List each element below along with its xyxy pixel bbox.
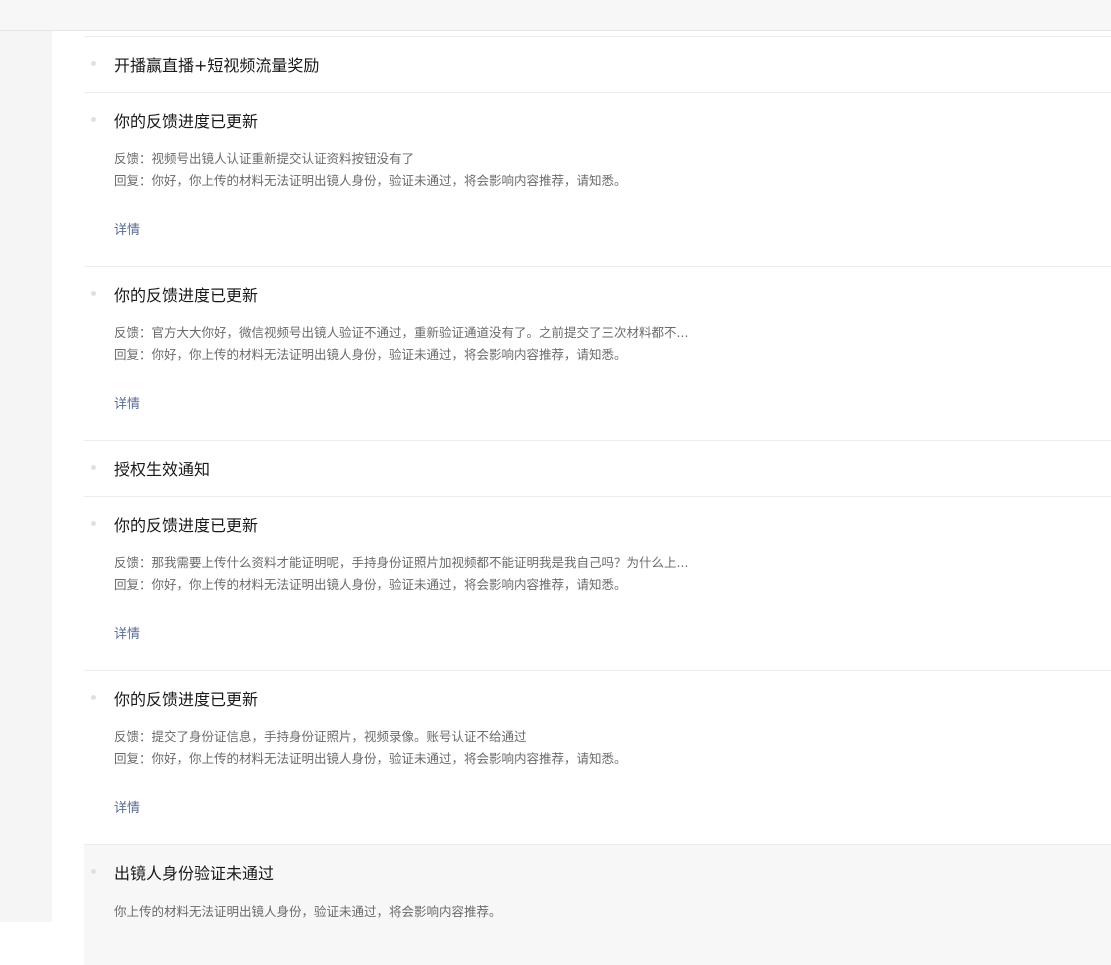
notification-title: 你的反馈进度已更新 — [114, 286, 259, 305]
notification-item[interactable]: 出镜人身份验证未通过 你上传的材料无法证明出镜人身份，验证未通过，将会影响内容推… — [84, 845, 1111, 965]
bullet-dot — [91, 695, 96, 700]
feedback-text: 反馈：提交了身份证信息，手持身份证照片，视频录像。账号认证不给通过 — [114, 729, 527, 744]
bullet-dot — [91, 521, 96, 526]
detail-link[interactable]: 详情 — [114, 800, 140, 818]
notification-list: 开播赢直播+短视频流量奖励 你的反馈进度已更新 反馈：视频号出镜人认证重新提交认… — [84, 36, 1111, 965]
reply-text: 回复：你好，你上传的材料无法证明出镜人身份，验证未通过，将会影响内容推荐，请知悉… — [114, 577, 627, 592]
notification-item[interactable]: 你的反馈进度已更新 反馈：视频号出镜人认证重新提交认证资料按钮没有了 回复：你好… — [84, 93, 1111, 267]
reply-text: 回复：你好，你上传的材料无法证明出镜人身份，验证未通过，将会影响内容推荐，请知悉… — [114, 347, 627, 362]
bullet-dot — [91, 117, 96, 122]
bullet-dot — [91, 869, 96, 874]
bullet-dot — [91, 61, 96, 66]
notification-description: 你上传的材料无法证明出镜人身份，验证未通过，将会影响内容推荐。 — [114, 904, 502, 919]
notification-title: 授权生效通知 — [114, 460, 211, 479]
feedback-text: 反馈：官方大大你好，微信视频号出镜人验证不通过，重新验证通道没有了。之前提交了三… — [114, 325, 689, 340]
notification-item[interactable]: 你的反馈进度已更新 反馈：提交了身份证信息，手持身份证照片，视频录像。账号认证不… — [84, 671, 1111, 845]
top-bar — [0, 0, 1111, 31]
left-sidebar — [0, 31, 52, 922]
notification-title: 你的反馈进度已更新 — [114, 690, 259, 709]
notification-item[interactable]: 开播赢直播+短视频流量奖励 — [84, 37, 1111, 93]
notification-title: 你的反馈进度已更新 — [114, 112, 259, 131]
notification-item[interactable]: 你的反馈进度已更新 反馈：官方大大你好，微信视频号出镜人验证不通过，重新验证通道… — [84, 267, 1111, 441]
bullet-dot — [91, 465, 96, 470]
notification-item[interactable]: 授权生效通知 — [84, 441, 1111, 497]
bullet-dot — [91, 291, 96, 296]
notification-title: 你的反馈进度已更新 — [114, 516, 259, 535]
notification-title: 出镜人身份验证未通过 — [114, 864, 275, 883]
notification-item[interactable]: 你的反馈进度已更新 反馈：那我需要上传什么资料才能证明呢，手持身份证照片加视频都… — [84, 497, 1111, 671]
detail-link[interactable]: 详情 — [114, 222, 140, 240]
feedback-text: 反馈：视频号出镜人认证重新提交认证资料按钮没有了 — [114, 151, 415, 166]
feedback-text: 反馈：那我需要上传什么资料才能证明呢，手持身份证照片加视频都不能证明我是我自己吗… — [114, 555, 689, 570]
reply-text: 回复：你好，你上传的材料无法证明出镜人身份，验证未通过，将会影响内容推荐，请知悉… — [114, 173, 627, 188]
detail-link[interactable]: 详情 — [114, 396, 140, 414]
reply-text: 回复：你好，你上传的材料无法证明出镜人身份，验证未通过，将会影响内容推荐，请知悉… — [114, 751, 627, 766]
notification-title: 开播赢直播+短视频流量奖励 — [114, 56, 320, 75]
detail-link[interactable]: 详情 — [114, 626, 140, 644]
